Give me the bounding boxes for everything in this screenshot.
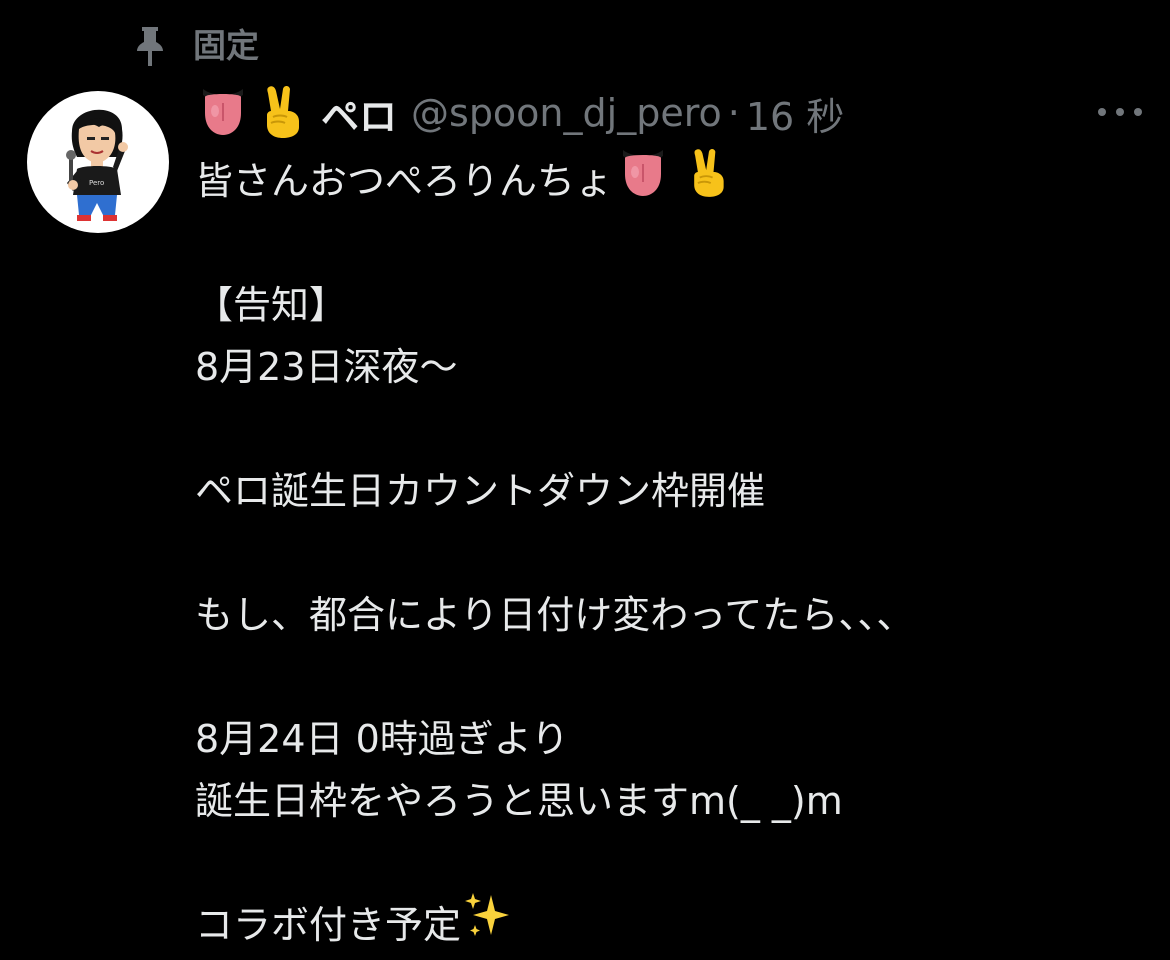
tweet-line: 誕生日枠をやろうと思いますm(_ _)m <box>195 770 1145 832</box>
victory-hand-emoji <box>685 146 731 216</box>
tweet-line-text: ペロ誕生日カウントダウン枠開催 <box>195 469 766 513</box>
tongue-emoji <box>617 146 669 216</box>
tweet-header: ペロ @spoon_dj_pero · 16 秒 <box>197 84 1142 142</box>
tweet-line-text: 【告知】 <box>195 283 348 327</box>
tweet-line-text: 8月23日深夜〜 <box>195 345 458 389</box>
pinned-label: 固定 <box>193 26 259 65</box>
tweet-line: もし、都合により日付け変わってたら、、、 <box>195 584 1145 646</box>
tweet-line-text: もし、都合により日付け変わってたら、、、 <box>195 593 915 637</box>
pin-icon <box>133 24 167 68</box>
separator-dot: · <box>727 91 740 135</box>
tweet-line-text: 皆さんおつぺろりんちょ <box>195 159 614 203</box>
tweet-line-text: 誕生日枠をやろうと思いますm(_ _)m <box>195 779 843 823</box>
tweet-line: コラボ付き予定 <box>195 891 1145 959</box>
victory-hand-emoji <box>257 83 307 143</box>
user-handle[interactable]: @spoon_dj_pero <box>411 91 722 135</box>
tweet-line: 8月23日深夜〜 <box>195 336 1145 398</box>
avatar[interactable]: Pero <box>27 91 169 233</box>
tweet-text: 皆さんおつぺろりんちょ 【告知】 8月23日深夜〜 ペロ誕生日カウントダウン枠開… <box>195 149 1145 959</box>
tweet-line: ペロ誕生日カウントダウン枠開催 <box>195 460 1145 522</box>
tweet-line-text: コラボ付き予定 <box>195 903 462 947</box>
more-options-icon[interactable] <box>1098 94 1142 130</box>
tweet-line-text: 8月24日 0時過ぎより <box>195 717 570 761</box>
timestamp[interactable]: 16 秒 <box>746 86 844 141</box>
sparkles-emoji <box>463 891 513 959</box>
tweet-line: 8月24日 0時過ぎより <box>195 708 1145 770</box>
tongue-emoji <box>197 85 249 141</box>
display-name[interactable]: ペロ <box>321 86 397 141</box>
tweet-line: 【告知】 <box>195 274 1145 336</box>
pinned-indicator: 固定 <box>133 22 259 70</box>
avatar-image: Pero <box>66 109 128 221</box>
svg-text:Pero: Pero <box>89 179 104 187</box>
tweet-line: 皆さんおつぺろりんちょ <box>195 149 1145 212</box>
